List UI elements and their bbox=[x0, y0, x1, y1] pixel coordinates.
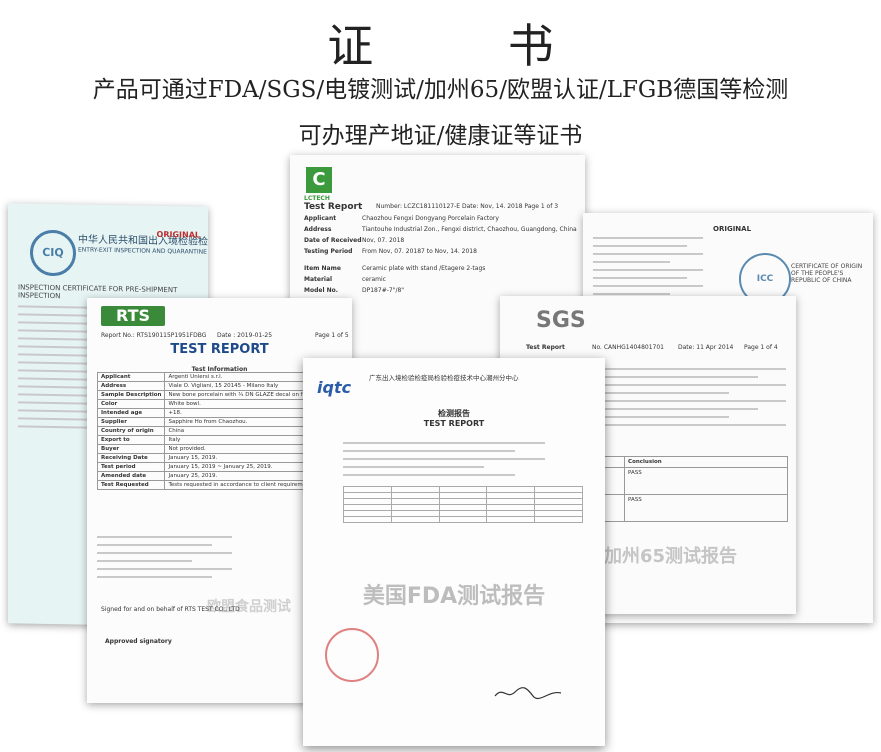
iqtc-results-table bbox=[343, 486, 583, 523]
rts-report-number: Report No.: RTS190115P1951FDBG bbox=[101, 332, 207, 339]
ciq-original-mark: ORIGINAL bbox=[156, 229, 200, 240]
ciq-subtitle: ENTRY-EXIT INSPECTION AND QUARANTINE OF … bbox=[78, 246, 208, 257]
sgs-conclusion-table: Conclusion PASS PASS bbox=[595, 456, 788, 522]
sgs-logo-icon: SGS bbox=[536, 308, 586, 333]
sgs-report-date: Date: 11 Apr 2014 bbox=[678, 344, 734, 351]
rts-signed-by: Signed for and on behalf of RTS TEST CO.… bbox=[101, 606, 240, 613]
table-row: PASS bbox=[595, 494, 788, 522]
lctech-logo-icon: C bbox=[306, 167, 332, 193]
lctech-brand: LCTECH bbox=[304, 195, 330, 202]
rts-report-date: Date : 2019-01-25 bbox=[217, 332, 273, 339]
rts-logo-icon: RTS bbox=[101, 306, 165, 326]
lctech-row: Address Tiantouhe Industrial Zon., Fengxi… bbox=[304, 226, 577, 233]
rts-page-number: Page 1 of 5 bbox=[315, 332, 349, 339]
sgs-body-lines bbox=[596, 362, 786, 432]
icc-original-mark: ORIGINAL bbox=[713, 225, 752, 233]
iqtc-logo-icon: iqtc bbox=[317, 378, 352, 397]
iqtc-test-report: iqtc 广东出入境检验检疫局检验检疫技术中心潮州分中心 检测报告 TEST R… bbox=[303, 358, 605, 746]
sgs-report-label: Test Report bbox=[526, 344, 565, 351]
signature-icon bbox=[493, 684, 563, 704]
sgs-report-number: No. CANHG1404801701 bbox=[592, 344, 664, 351]
iqtc-report-title: 检测报告 TEST REPORT bbox=[423, 409, 485, 428]
sgs-page-number: Page 1 of 4 bbox=[744, 344, 778, 351]
lctech-row: Testing Period From Nov, 07. 20187 to Nov… bbox=[304, 248, 477, 255]
lctech-row: Item Name Ceramic plate with stand /Etage… bbox=[304, 265, 486, 272]
official-seal-icon bbox=[325, 628, 379, 682]
lctech-report-number: Number: LCZC181110127-E Date: Nov, 14. 2… bbox=[376, 203, 559, 210]
lctech-row: Model No. DP187#-7"/8" bbox=[304, 287, 405, 294]
page-subtitle: 产品可通过FDA/SGS/电镀测试/加州65/欧盟认证/LFGB德国等检测 bbox=[92, 77, 789, 103]
sgs-watermark: 加州65测试报告 bbox=[604, 546, 738, 567]
iqtc-title: 广东出入境检验检疫局检验检疫技术中心潮州分中心 bbox=[369, 374, 519, 382]
lctech-row: Date of ReceivedNov, 07. 2018 bbox=[304, 237, 405, 244]
table-row: Conclusion bbox=[595, 456, 788, 468]
iqtc-body-lines bbox=[343, 436, 545, 482]
ciq-logo-icon: CIQ bbox=[30, 229, 76, 277]
rts-body-lines bbox=[97, 530, 232, 584]
iqtc-watermark: 美国FDA测试报告 bbox=[362, 584, 546, 609]
icc-cert-title: CERTIFICATE OF ORIGIN OF THE PEOPLE'S RE… bbox=[791, 263, 863, 284]
table-row: PASS bbox=[595, 467, 788, 495]
rts-title: TEST REPORT bbox=[170, 342, 269, 357]
rts-approved-signatory: Approved signatory bbox=[105, 638, 172, 645]
page-title: 证 书 bbox=[327, 19, 614, 73]
lctech-report-label: Test Report bbox=[304, 202, 363, 212]
lctech-row: Material ceramic bbox=[304, 276, 386, 283]
lctech-row: Applicant Chaozhou Fengxi Dongyang Porcel… bbox=[304, 215, 499, 222]
page-subtitle-secondary: 可办理产地证/健康证等证书 bbox=[298, 123, 583, 149]
